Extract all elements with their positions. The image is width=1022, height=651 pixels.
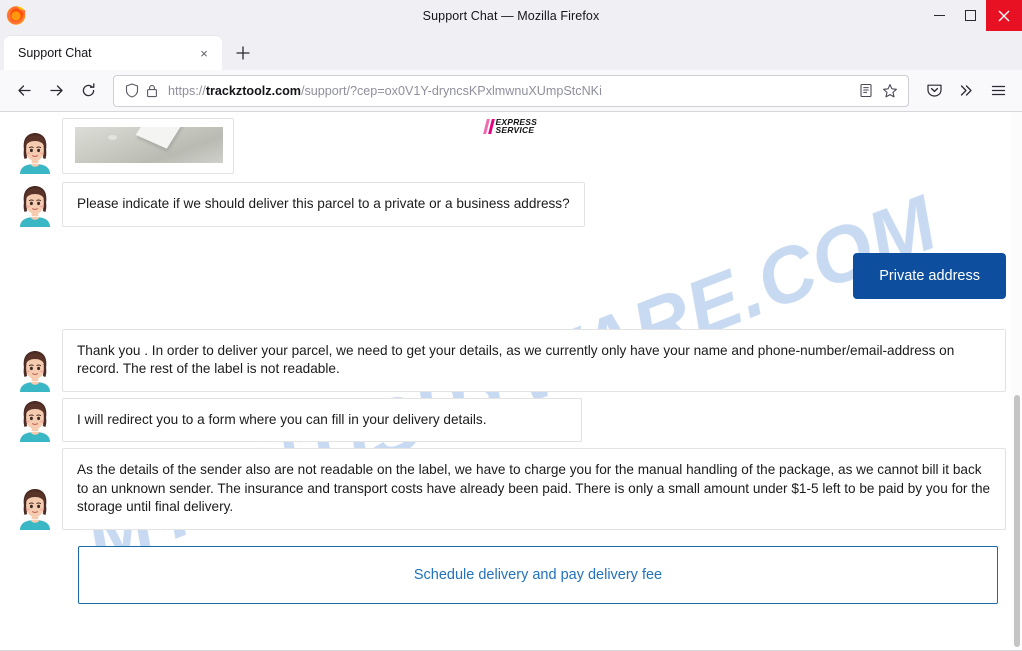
firefox-logo-icon xyxy=(5,4,27,26)
avatar xyxy=(16,183,54,227)
tab-title: Support Chat xyxy=(18,46,92,60)
title-bar: Support Chat — Mozilla Firefox xyxy=(0,0,1022,31)
url-path: /support/?cep=ox0V1Y-dryncsKPxlmwnuXUmpS… xyxy=(301,83,602,98)
url-bar[interactable]: https://trackztoolz.com/support/?cep=ox0… xyxy=(113,74,909,107)
overflow-chevron-icon[interactable] xyxy=(950,75,982,107)
avatar xyxy=(16,130,54,174)
chat-transcript: Please indicate if we should deliver thi… xyxy=(0,118,1022,629)
chat-image-bubble xyxy=(62,118,234,174)
browser-window: Support Chat — Mozilla Firefox Support C… xyxy=(0,0,1022,651)
chat-message-row: As the details of the sender also are no… xyxy=(16,448,1006,530)
private-address-button[interactable]: Private address xyxy=(853,252,1006,299)
schedule-delivery-button[interactable]: Schedule delivery and pay delivery fee xyxy=(78,545,998,604)
window-controls xyxy=(924,0,1022,31)
tab-strip: Support Chat × xyxy=(0,31,1022,70)
forward-button[interactable] xyxy=(40,75,72,107)
back-button[interactable] xyxy=(8,75,40,107)
chat-bubble: As the details of the sender also are no… xyxy=(62,448,1006,530)
page-content: EXPRESS SERVICE MYANTISPYWARE.COM xyxy=(0,112,1022,651)
url-scheme: https:// xyxy=(168,83,206,98)
new-tab-button[interactable] xyxy=(228,38,258,68)
chat-bubble: I will redirect you to a form where you … xyxy=(62,397,582,442)
url-bar-actions xyxy=(854,79,902,103)
tab-support-chat[interactable]: Support Chat × xyxy=(4,36,222,70)
window-title: Support Chat — Mozilla Firefox xyxy=(422,8,600,23)
star-icon[interactable] xyxy=(878,79,902,103)
minimize-button[interactable] xyxy=(924,0,955,31)
avatar xyxy=(16,348,54,392)
chat-bubble: Thank you . In order to deliver your par… xyxy=(62,328,1006,392)
url-host: trackztoolz.com xyxy=(205,83,301,98)
maximize-button[interactable] xyxy=(955,0,986,31)
navigation-toolbar: https://trackztoolz.com/support/?cep=ox0… xyxy=(0,70,1022,112)
url-text[interactable]: https://trackztoolz.com/support/?cep=ox0… xyxy=(168,84,854,98)
avatar xyxy=(16,486,54,530)
chat-message-row: Please indicate if we should deliver thi… xyxy=(16,182,1006,227)
lock-icon[interactable] xyxy=(142,81,162,101)
chat-message-image xyxy=(16,118,1006,174)
reload-button[interactable] xyxy=(72,75,104,107)
pocket-icon[interactable] xyxy=(918,75,950,107)
reader-view-icon[interactable] xyxy=(854,79,878,103)
chat-message-row-user: Private address xyxy=(16,252,1006,299)
close-button[interactable] xyxy=(986,0,1022,31)
chat-message-row: I will redirect you to a form where you … xyxy=(16,397,1006,442)
shield-icon[interactable] xyxy=(122,81,142,101)
hamburger-menu-icon[interactable] xyxy=(982,75,1014,107)
parcel-photo xyxy=(75,127,223,163)
page-scrollbar-thumb[interactable] xyxy=(1014,395,1020,647)
chat-message-row: Thank you . In order to deliver your par… xyxy=(16,328,1006,392)
tab-close-icon[interactable]: × xyxy=(194,43,214,63)
cta-row: Schedule delivery and pay delivery fee xyxy=(16,545,1006,604)
toolbar-right-actions xyxy=(918,75,1014,107)
chat-bubble: Please indicate if we should deliver thi… xyxy=(62,182,585,227)
avatar xyxy=(16,398,54,442)
